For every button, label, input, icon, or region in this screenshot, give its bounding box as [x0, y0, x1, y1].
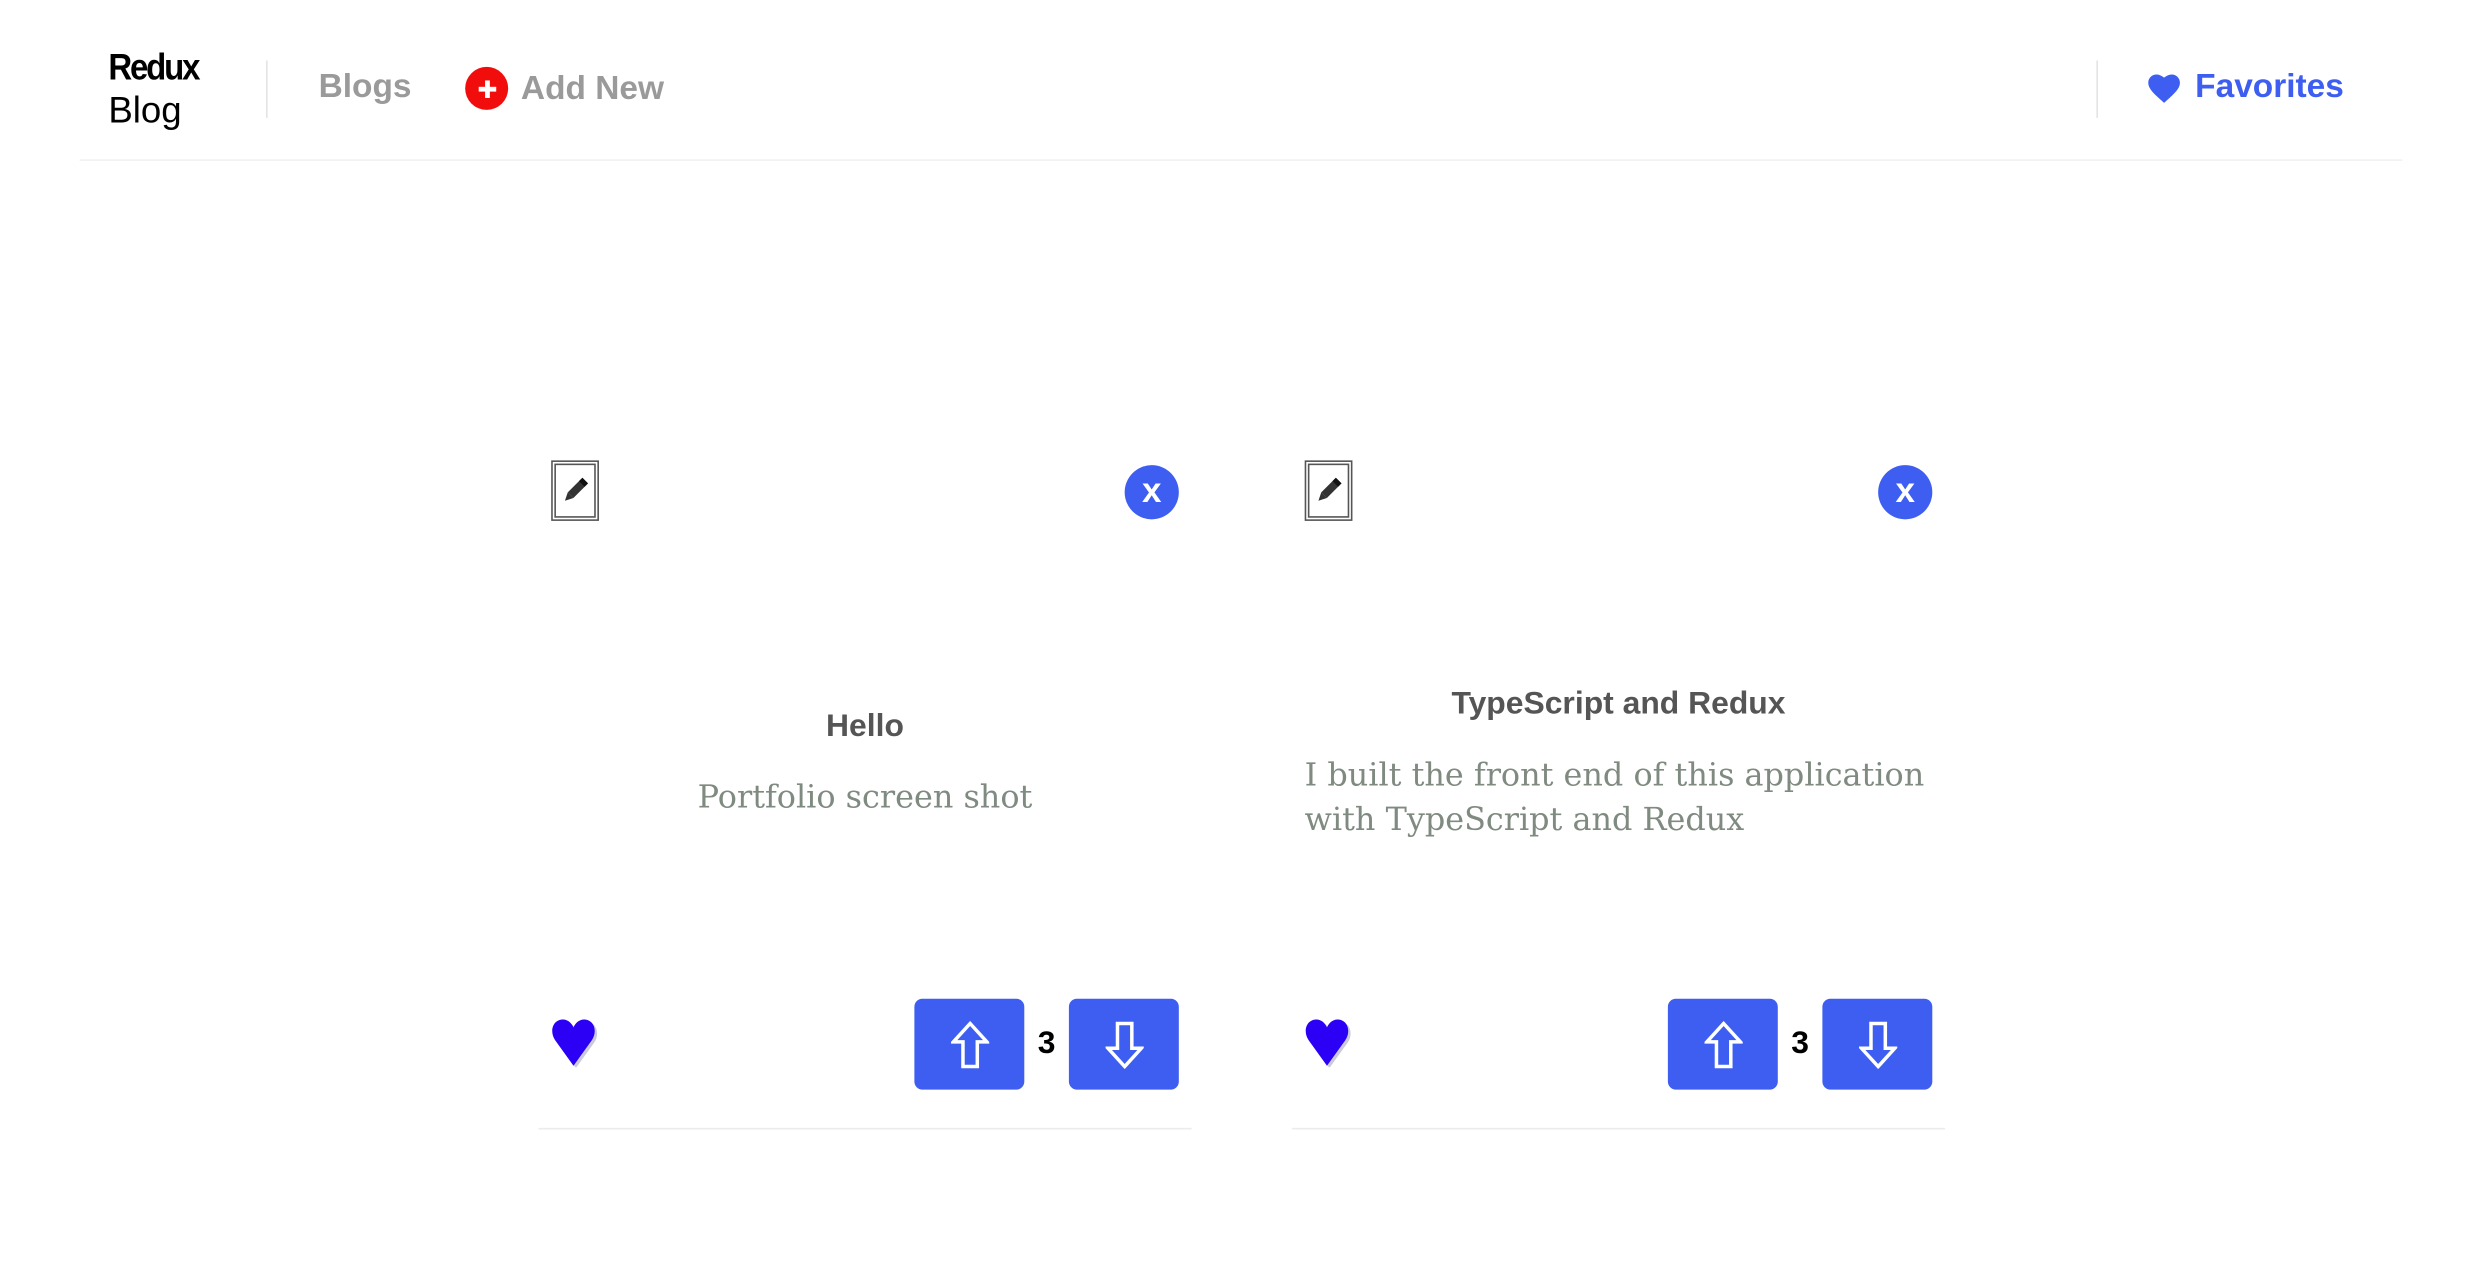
heart-icon: [552, 1019, 598, 1069]
plus-circle-icon: [465, 66, 509, 110]
delete-post-button[interactable]: x: [1878, 465, 1933, 520]
heart-icon: [1305, 1019, 1351, 1069]
edit-post-button[interactable]: [551, 460, 599, 521]
nav-add-new-link[interactable]: Add New: [465, 66, 665, 110]
top-navbar: Redux Blog Blogs Add New Favorites: [79, 0, 2403, 161]
edit-post-button[interactable]: [1304, 460, 1353, 521]
vote-count: 3: [1037, 1025, 1056, 1061]
favorite-toggle-button[interactable]: [1305, 1016, 1353, 1075]
upvote-button[interactable]: [914, 998, 1025, 1090]
vote-count: 3: [1791, 1025, 1809, 1061]
nav-add-new-label: Add New: [520, 69, 665, 106]
post-title: TypeScript and Redux: [1451, 686, 1786, 722]
pencil-icon: [564, 477, 589, 501]
pencil-icon: [1318, 477, 1342, 501]
logo-title: Redux: [108, 46, 200, 88]
favorite-toggle-button[interactable]: [551, 1016, 599, 1075]
post-body: I built the front end of this applicatio…: [1304, 755, 1925, 838]
logo-subtitle: Blog: [108, 89, 182, 131]
arrow-up-icon: [1703, 1020, 1742, 1068]
nav-blogs-link[interactable]: Blogs: [319, 68, 412, 106]
nav-favorites-label: Favorites: [2195, 68, 2344, 106]
downvote-button[interactable]: [1822, 998, 1933, 1090]
arrow-down-icon: [1104, 1020, 1143, 1069]
nav-favorites-link[interactable]: Favorites: [2147, 68, 2344, 106]
brand-logo[interactable]: Redux Blog: [108, 46, 208, 132]
arrow-up-icon: [950, 1020, 989, 1068]
post-title: Hello: [826, 708, 904, 744]
nav-divider: [2096, 60, 2098, 118]
post-body: Portfolio screen shot: [697, 777, 1033, 816]
nav-divider: [266, 60, 268, 118]
arrow-down-icon: [1858, 1020, 1897, 1069]
downvote-button[interactable]: [1068, 998, 1179, 1090]
heart-icon: [2148, 73, 2180, 103]
upvote-button[interactable]: [1667, 998, 1778, 1090]
delete-post-button[interactable]: x: [1124, 465, 1179, 520]
app-root: Redux Blog Blogs Add New Favorites x Hel…: [0, 0, 2485, 1281]
post-card: x Hello Portfolio screen shot 3: [538, 459, 1192, 1130]
post-card: x TypeScript and Redux I built the front…: [1291, 459, 1946, 1130]
